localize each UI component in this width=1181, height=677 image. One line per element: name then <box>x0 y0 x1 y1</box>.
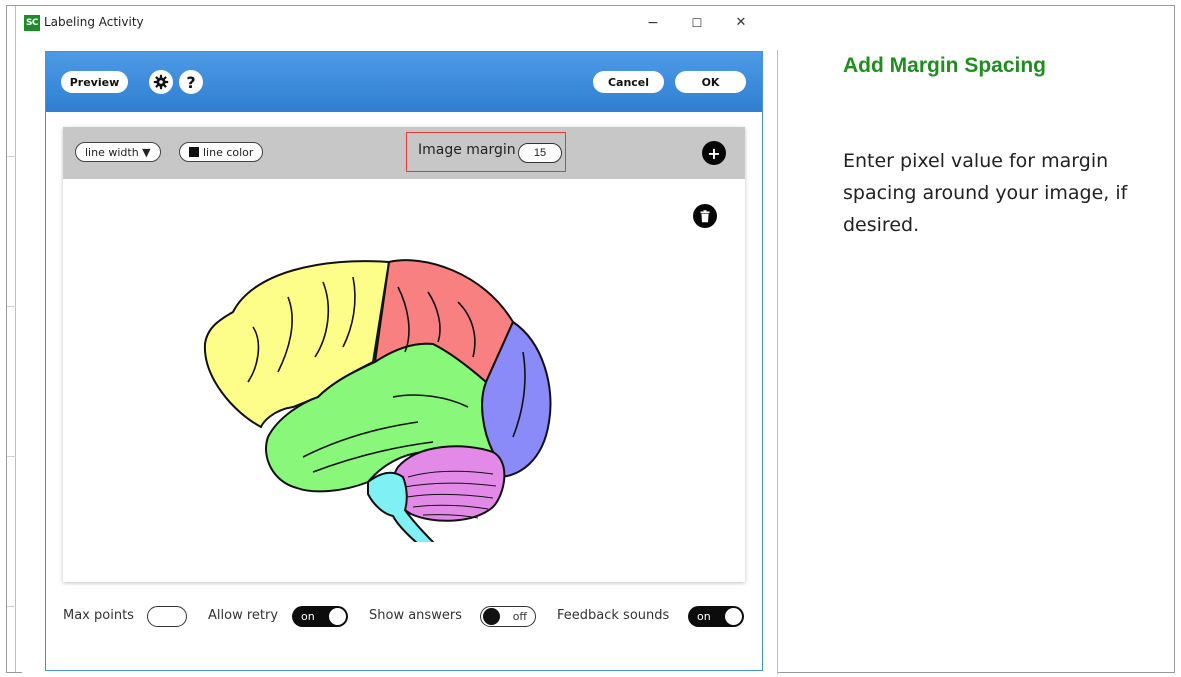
line-width-dropdown[interactable]: line width ▼ <box>75 142 161 162</box>
dialog-content: Preview ? Cancel OK line width ▼ line co… <box>45 51 763 671</box>
minimize-button[interactable]: − <box>643 14 663 34</box>
show-answers-label: Show answers <box>369 608 462 623</box>
close-button[interactable]: ✕ <box>731 14 751 34</box>
line-width-label: line width ▼ <box>85 145 151 159</box>
max-points-input[interactable] <box>147 606 187 627</box>
brain-diagram <box>203 259 552 542</box>
allow-retry-toggle[interactable]: on <box>292 606 348 627</box>
line-color-button[interactable]: line color <box>179 142 264 162</box>
add-icon[interactable]: + <box>702 141 726 165</box>
show-answers-state: off <box>512 610 527 623</box>
gear-icon[interactable] <box>149 70 173 94</box>
trash-icon[interactable] <box>693 204 717 228</box>
help-title: Add Margin Spacing <box>843 54 1047 77</box>
feedback-sounds-toggle[interactable]: on <box>688 606 744 627</box>
allow-retry-state: on <box>301 610 315 623</box>
activity-settings-row: Max points Allow retry on Show answers o… <box>63 604 745 630</box>
help-icon[interactable]: ? <box>179 70 203 94</box>
max-points-label: Max points <box>63 608 134 623</box>
labeling-activity-window: SC Labeling Activity − ☐ ✕ Preview ? Can… <box>22 6 778 674</box>
editor-toolbar: line width ▼ line color Image margin 15 … <box>63 127 745 179</box>
cancel-button[interactable]: Cancel <box>593 71 664 93</box>
window-title: Labeling Activity <box>44 15 144 29</box>
app-logo-icon: SC <box>24 15 40 31</box>
image-canvas-card: line width ▼ line color Image margin 15 … <box>63 127 745 582</box>
image-margin-label: Image margin <box>418 142 516 158</box>
toggle-knob <box>329 608 346 625</box>
help-body: Enter pixel value for margin spacing aro… <box>843 150 1128 236</box>
ok-button[interactable]: OK <box>675 71 746 93</box>
image-margin-highlight: Image margin 15 <box>406 132 566 172</box>
allow-retry-label: Allow retry <box>208 608 279 623</box>
top-toolbar: Preview ? Cancel OK <box>46 52 762 112</box>
show-answers-toggle[interactable]: off <box>480 606 536 627</box>
feedback-sounds-state: on <box>697 610 711 623</box>
feedback-sounds-label: Feedback sounds <box>557 608 670 623</box>
preview-button[interactable]: Preview <box>61 71 128 93</box>
toggle-knob <box>483 608 500 625</box>
app-frame: SC Labeling Activity − ☐ ✕ Preview ? Can… <box>6 5 1175 674</box>
toggle-knob <box>725 608 742 625</box>
maximize-button[interactable]: ☐ <box>687 14 707 34</box>
window-titlebar: SC Labeling Activity − ☐ ✕ <box>22 6 778 50</box>
left-edge-strip <box>7 6 16 672</box>
color-swatch-icon <box>189 147 199 157</box>
image-margin-input[interactable]: 15 <box>518 143 562 163</box>
line-color-label: line color <box>203 145 254 159</box>
